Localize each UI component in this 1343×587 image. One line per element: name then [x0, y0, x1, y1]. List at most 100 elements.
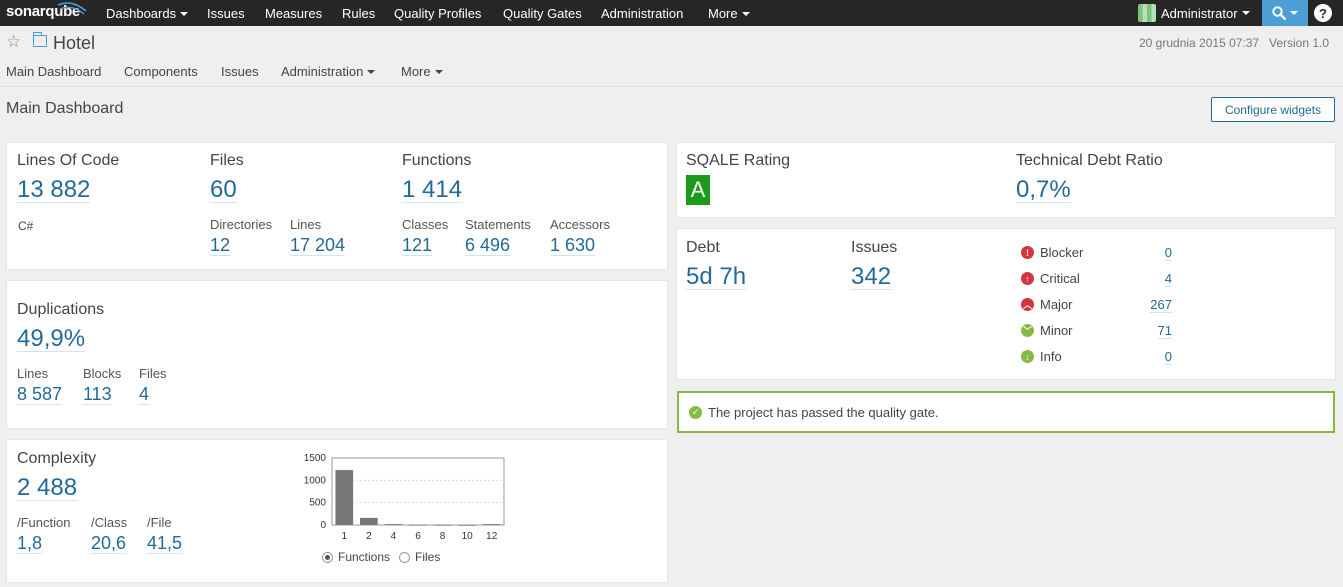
debt-label: Debt [686, 239, 720, 256]
x-tick-label: 10 [462, 531, 474, 542]
y-tick-label: 500 [309, 498, 326, 509]
per-function-value[interactable]: 1,8 [17, 534, 43, 554]
project-name[interactable]: Hotel [53, 33, 95, 54]
accessors-label: Accessors [550, 217, 610, 232]
radio-files-label: Files [415, 550, 441, 564]
tab-administration[interactable]: Administration [281, 64, 376, 79]
per-file-value[interactable]: 41,5 [147, 534, 183, 554]
minor-icon: ﹀ [1021, 324, 1034, 337]
nav-quality-profiles[interactable]: Quality Profiles [394, 6, 481, 21]
radio-functions-label: Functions [338, 550, 391, 564]
dup-lines-value[interactable]: 8 587 [17, 385, 63, 405]
chart-bar [458, 524, 476, 526]
radio-files-indicator[interactable] [399, 551, 410, 563]
nav-issues[interactable]: Issues [207, 6, 245, 21]
severity-count[interactable]: 71 [1157, 323, 1172, 339]
x-tick-label: 12 [486, 531, 498, 542]
chart-bar [409, 524, 427, 526]
complexity-value[interactable]: 2 488 [17, 475, 78, 502]
logo-arc-icon [57, 2, 87, 15]
severity-count[interactable]: 0 [1164, 245, 1172, 261]
chart-bar [482, 524, 501, 525]
loc-value[interactable]: 13 882 [17, 177, 91, 204]
complexity-label: Complexity [17, 450, 97, 467]
issues-value[interactable]: 342 [851, 264, 892, 291]
files-value[interactable]: 60 [210, 177, 237, 204]
dup-blocks-value[interactable]: 113 [83, 385, 112, 405]
tab-more[interactable]: More [401, 64, 443, 79]
project-icon [33, 32, 47, 47]
y-tick-label: 0 [320, 520, 326, 531]
severity-row-minor: ﹀ Minor 71 [1021, 322, 1176, 342]
x-tick-label: 8 [440, 531, 446, 542]
severity-label: Major [1040, 297, 1073, 312]
severity-count[interactable]: 267 [1150, 297, 1172, 313]
tab-issues[interactable]: Issues [221, 64, 259, 79]
per-file-label: /File [147, 515, 172, 530]
classes-label: Classes [402, 217, 449, 232]
functions-value[interactable]: 1 414 [402, 177, 463, 204]
chart-bar [360, 517, 378, 525]
severity-label: Critical [1040, 271, 1080, 286]
dup-files-label: Files [139, 366, 167, 381]
statements-label: Statements [465, 217, 531, 232]
chevron-down-icon [741, 12, 750, 16]
radio-files[interactable]: Files [399, 550, 440, 564]
per-function-label: /Function [17, 515, 71, 530]
search-button[interactable] [1262, 0, 1308, 26]
chart-bar [433, 524, 452, 526]
files-label: Files [210, 152, 244, 169]
severity-count[interactable]: 4 [1164, 271, 1172, 287]
sqale-rating-badge[interactable]: A [686, 175, 710, 205]
user-name: Administrator [1161, 5, 1238, 21]
complexity-distribution-chart: 1500100050001 2 4 6 8 10 12 [304, 453, 505, 542]
x-tick-label: 4 [391, 531, 397, 542]
plot-frame [331, 457, 505, 526]
avatar [1138, 4, 1156, 22]
debt-ratio-value[interactable]: 0,7% [1016, 177, 1071, 204]
chevron-down-icon [434, 70, 443, 74]
page-title: Main Dashboard [6, 100, 124, 117]
lines-value[interactable]: 17 204 [290, 236, 346, 256]
dup-blocks-label: Blocks [83, 366, 122, 381]
language-label: C# [18, 219, 34, 233]
debt-value[interactable]: 5d 7h [686, 264, 747, 291]
nav-administration[interactable]: Administration [601, 6, 683, 21]
tab-components[interactable]: Components [124, 64, 198, 79]
nav-quality-gates[interactable]: Quality Gates [503, 6, 582, 21]
duplications-value[interactable]: 49,9% [17, 326, 86, 353]
directories-value[interactable]: 12 [210, 236, 231, 256]
statements-value[interactable]: 6 496 [465, 236, 511, 256]
severity-row-info: ↓ Info 0 [1021, 348, 1176, 368]
nav-rules[interactable]: Rules [342, 6, 375, 21]
quality-gate-message: The project has passed the quality gate. [708, 405, 939, 420]
duplications-widget [6, 280, 668, 429]
dup-files-value[interactable]: 4 [139, 385, 150, 405]
nav-measures[interactable]: Measures [265, 6, 322, 21]
classes-value[interactable]: 121 [402, 236, 433, 256]
major-icon: ︿ [1021, 298, 1034, 311]
nav-dashboards[interactable]: Dashboards [106, 6, 189, 21]
severity-row-major: ︿ Major 267 [1021, 296, 1176, 316]
per-class-value[interactable]: 20,6 [91, 534, 127, 554]
x-tick-label: 2 [366, 531, 372, 542]
help-button[interactable]: ? [1314, 4, 1332, 22]
radio-functions-indicator[interactable] [322, 551, 333, 563]
issues-label: Issues [851, 239, 898, 256]
info-icon: ↓ [1021, 350, 1034, 363]
configure-widgets-button[interactable]: Configure widgets [1211, 97, 1335, 122]
accessors-value[interactable]: 1 630 [550, 236, 596, 256]
radio-functions[interactable]: Functions [322, 550, 390, 564]
check-circle-icon: ✓ [689, 406, 702, 419]
divider [0, 86, 1343, 87]
severity-count[interactable]: 0 [1164, 349, 1172, 365]
tab-main-dashboard[interactable]: Main Dashboard [6, 64, 101, 79]
search-icon [1272, 6, 1286, 20]
blocker-icon: ! [1021, 246, 1034, 259]
severity-row-critical: ↑ Critical 4 [1021, 270, 1176, 290]
nav-more[interactable]: More [708, 6, 750, 21]
chart-bar [384, 524, 403, 525]
chevron-down-icon [367, 70, 376, 74]
favorite-star-icon[interactable]: ☆ [6, 32, 21, 52]
user-menu[interactable]: Administrator [1138, 3, 1250, 23]
